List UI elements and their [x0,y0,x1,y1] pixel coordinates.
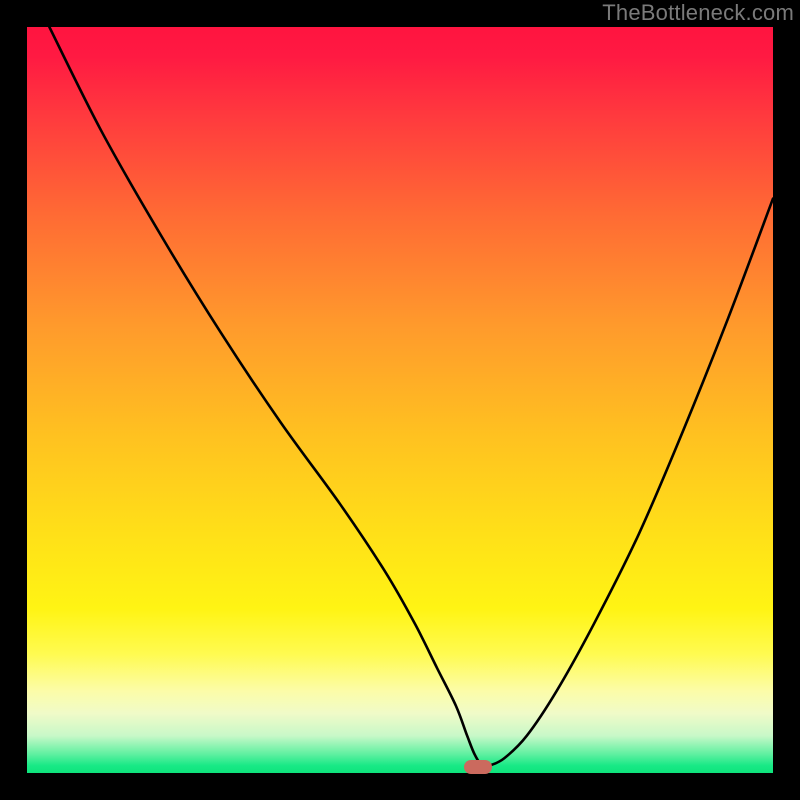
optimal-marker [464,760,492,774]
watermark-text: TheBottleneck.com [602,0,794,26]
bottleneck-curve [49,27,773,767]
chart-frame: TheBottleneck.com [0,0,800,800]
plot-area [27,27,773,773]
curve-layer [27,27,773,773]
